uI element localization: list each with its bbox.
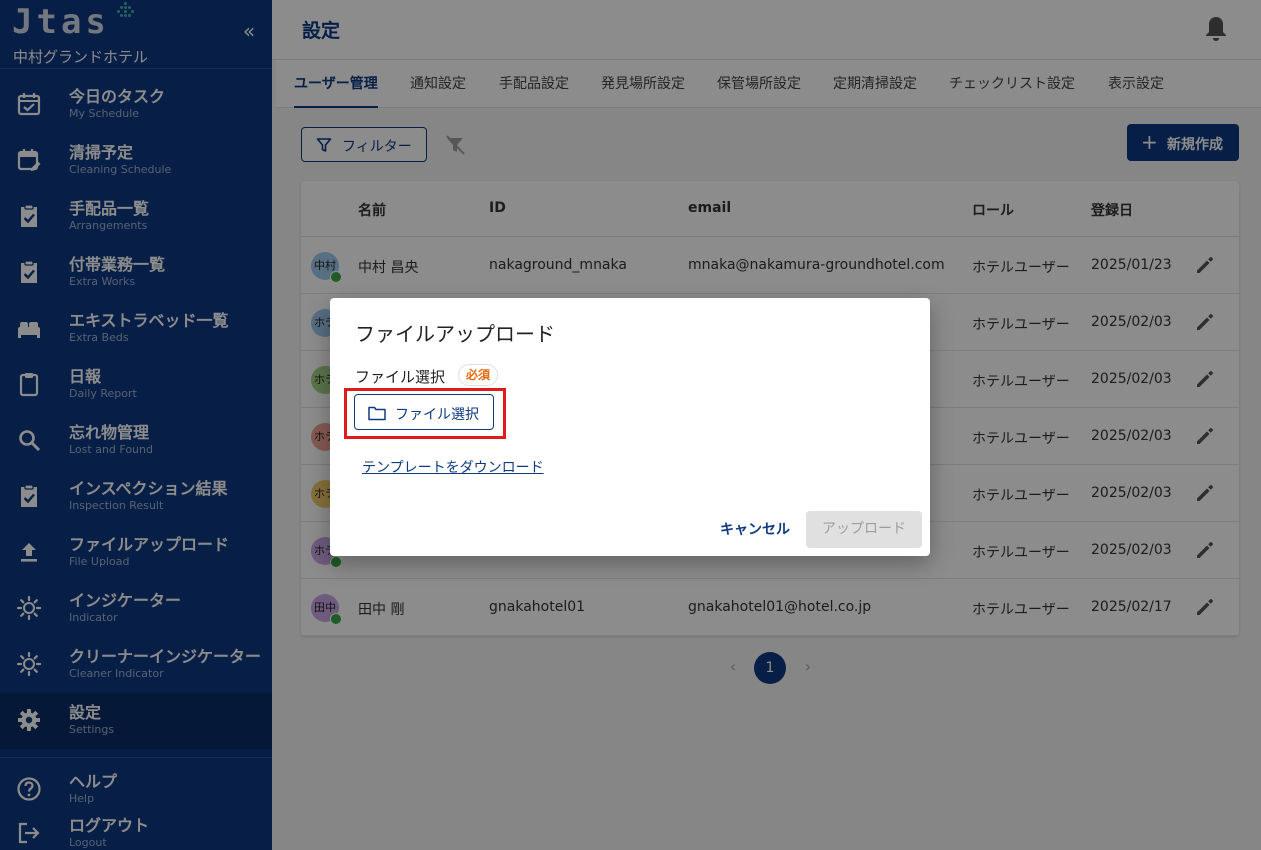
file-select-button[interactable]: ファイル選択 xyxy=(354,394,494,430)
file-upload-dialog: ファイルアップロード ファイル選択 必須 ファイル選択 テンプレートをダウンロー… xyxy=(330,298,930,556)
dialog-title: ファイルアップロード xyxy=(355,322,555,346)
required-badge: 必須 xyxy=(458,364,499,386)
upload-button[interactable]: アップロード xyxy=(806,511,922,548)
cancel-button[interactable]: キャンセル xyxy=(710,512,800,548)
file-select-label: ファイル選択 xyxy=(355,368,446,386)
folder-icon xyxy=(368,406,386,421)
file-select-button-label: ファイル選択 xyxy=(395,407,479,423)
download-template-link[interactable]: テンプレートをダウンロード xyxy=(362,457,544,477)
